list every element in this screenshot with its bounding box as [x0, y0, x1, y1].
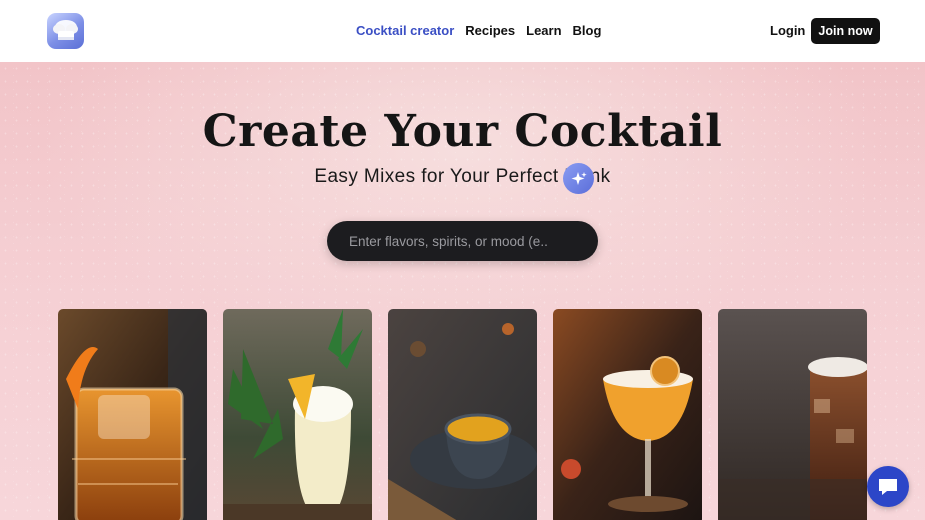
cocktail-search-bar [327, 221, 598, 261]
page-title: Create Your Cocktail [202, 106, 723, 157]
sparkle-icon[interactable] [563, 163, 594, 194]
nav-cocktail-creator[interactable]: Cocktail creator [356, 23, 454, 38]
page-subtitle: Easy Mixes for Your Perfect Drink [314, 166, 611, 187]
login-link[interactable]: Login [770, 23, 805, 38]
hero-section: Create Your Cocktail Easy Mixes for Your… [0, 62, 925, 520]
nav-recipes[interactable]: Recipes [465, 23, 515, 38]
cocktail-search-input[interactable] [349, 231, 547, 251]
chef-hat-logo-icon[interactable] [47, 13, 84, 49]
nav-learn[interactable]: Learn [526, 23, 561, 38]
main-nav: Cocktail creator Recipes Learn Blog [356, 23, 601, 38]
site-header: Cocktail creator Recipes Learn Blog Logi… [0, 0, 925, 62]
tea-cup-photo[interactable] [388, 309, 537, 520]
chat-bubble-icon[interactable] [867, 466, 909, 507]
nav-blog[interactable]: Blog [573, 23, 602, 38]
sour-coupe-cocktail-photo[interactable] [553, 309, 702, 520]
pina-colada-cocktail-photo[interactable] [223, 309, 372, 520]
old-fashioned-cocktail-photo[interactable] [58, 309, 207, 520]
join-now-button[interactable]: Join now [811, 18, 880, 44]
iced-cola-cocktail-photo[interactable] [718, 309, 867, 520]
